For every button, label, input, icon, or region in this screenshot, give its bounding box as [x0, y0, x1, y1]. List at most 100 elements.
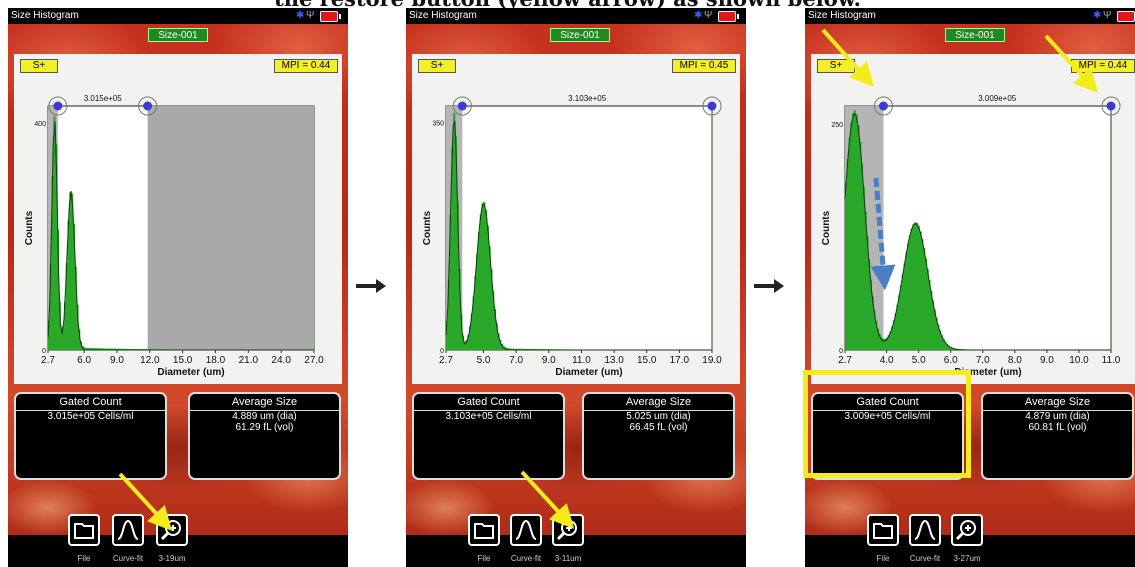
- y-axis-label: Counts: [821, 210, 832, 245]
- zoom-restore-icon: [556, 520, 577, 541]
- zoom-range-label: 3-19um: [158, 554, 186, 563]
- file-button[interactable]: [68, 514, 100, 546]
- curve-fit-button[interactable]: [909, 514, 941, 546]
- x-tick-label: 2.7: [439, 355, 453, 366]
- x-tick-label: 15.0: [637, 355, 657, 366]
- average-size-panel: Average Size 4.879 um (dia) 60.81 fL (vo…: [981, 392, 1134, 480]
- average-size-title: Average Size: [584, 395, 733, 411]
- gated-count-highlight: [803, 370, 971, 478]
- x-tick-label: 21.0: [239, 355, 259, 366]
- zoom-restore-icon: [160, 520, 181, 541]
- gate-count-label: 3.009e+05: [978, 94, 1017, 103]
- average-size-title: Average Size: [983, 395, 1132, 411]
- average-diameter: 4.889 um (dia): [232, 411, 297, 422]
- device-screen-1: Size Histogram ✱ Ψ Size-001 S+ MPI = 0.4…: [8, 8, 348, 567]
- status-icons: ✱ Ψ: [296, 10, 342, 22]
- bluetooth-icon: ✱: [694, 10, 703, 21]
- size-histogram-chart[interactable]: 3.015e+05 2.7 6.0 9.0 12.0 15.0 18.0 21.0 24.0 27…: [14, 54, 342, 384]
- gate-handle-left[interactable]: [53, 101, 63, 111]
- device-screen-3: Size Histogram ✱ Ψ Size-001 S+ MPI = 0.4…: [805, 8, 1135, 567]
- gated-count-panel: Gated Count 3.015e+05 Cells/ml: [14, 392, 167, 480]
- gate-count-label: 3.015e+05: [84, 94, 123, 103]
- x-axis-label: Diameter (um): [157, 367, 224, 378]
- status-icons: ✱ Ψ: [694, 10, 740, 22]
- sample-name-tag[interactable]: Size-001: [148, 28, 208, 42]
- gated-count-title: Gated Count: [16, 395, 165, 411]
- x-tick-label: 5.0: [912, 355, 926, 366]
- average-volume: 60.81 fL (vol): [1028, 422, 1087, 433]
- usb-icon: Ψ: [306, 10, 315, 21]
- gate-count-label: 3.103e+05: [568, 94, 607, 103]
- usb-icon: Ψ: [1103, 10, 1112, 21]
- file-button[interactable]: [867, 514, 899, 546]
- next-step-arrow-icon: [754, 279, 784, 293]
- size-histogram-chart[interactable]: 3.009e+05 2.7 4.0 5.0 6.0 7.0 8.0 9.0 10.0 11.0 0 2…: [811, 54, 1135, 384]
- x-tick-label: 6.0: [77, 355, 91, 366]
- ungated-region: [147, 106, 314, 350]
- gate-handle-right[interactable]: [1106, 101, 1116, 111]
- average-size-title: Average Size: [190, 395, 339, 411]
- average-volume: 66.45 fL (vol): [629, 422, 688, 433]
- zoom-restore-button[interactable]: [552, 514, 584, 546]
- x-tick-label: 18.0: [206, 355, 226, 366]
- histogram-panel: S+ MPI = 0.44 3.015e+05 2.7 6.0 9.0 12.0 15.0…: [14, 54, 342, 384]
- folder-icon: [74, 523, 94, 539]
- x-axis-label: Diameter (um): [555, 367, 622, 378]
- x-tick-label: 13.0: [604, 355, 624, 366]
- y-tick-label: 400: [34, 121, 46, 128]
- window-title: Size Histogram: [11, 10, 79, 21]
- x-tick-label: 9.0: [110, 355, 124, 366]
- gate-handle-left[interactable]: [878, 101, 888, 111]
- zoom-restore-icon: [955, 520, 976, 541]
- gated-count-title: Gated Count: [414, 395, 563, 411]
- curve-fit-button[interactable]: [510, 514, 542, 546]
- curve-fit-button[interactable]: [112, 514, 144, 546]
- title-bar: Size Histogram ✱ Ψ: [8, 8, 348, 24]
- x-tick-label: 24.0: [271, 355, 291, 366]
- average-volume: 61.29 fL (vol): [235, 422, 294, 433]
- x-tick-label: 9.0: [1040, 355, 1054, 366]
- x-tick-label: 5.0: [477, 355, 491, 366]
- bell-curve-icon: [515, 519, 537, 540]
- battery-icon: [320, 11, 341, 22]
- x-tick-label: 6.0: [944, 355, 958, 366]
- device-screen-2: Size Histogram ✱ Ψ Size-001 S+ MPI = 0.4…: [406, 8, 746, 567]
- x-tick-label: 17.0: [670, 355, 690, 366]
- folder-icon: [873, 523, 893, 539]
- title-bar: Size Histogram ✱ Ψ: [406, 8, 746, 24]
- y-axis-label: Counts: [422, 210, 433, 245]
- zoom-range-label: 3-27um: [953, 554, 981, 563]
- zoom-restore-button[interactable]: [951, 514, 983, 546]
- y-tick-label: 0: [440, 348, 444, 355]
- battery-icon: [1117, 11, 1135, 22]
- title-bar: Size Histogram ✱ Ψ: [805, 8, 1135, 24]
- size-histogram-chart[interactable]: 3.103e+05 2.7 5.0 7.0 9.0 11.0 13.0 15.0 17.0 19.…: [412, 54, 740, 384]
- sample-name-tag[interactable]: Size-001: [945, 28, 1005, 42]
- gated-count-panel: Gated Count 3.103e+05 Cells/ml: [412, 392, 565, 480]
- usb-icon: Ψ: [704, 10, 713, 21]
- zoom-restore-button[interactable]: [156, 514, 188, 546]
- x-tick-label: 4.0: [880, 355, 894, 366]
- gated-count-value: 3.015e+05 Cells/ml: [47, 411, 134, 422]
- gate-handle-left[interactable]: [457, 101, 467, 111]
- gated-count-value: 3.103e+05 Cells/ml: [445, 411, 532, 422]
- next-step-arrow-icon: [356, 279, 386, 293]
- average-diameter: 5.025 um (dia): [626, 411, 691, 422]
- file-button[interactable]: [468, 514, 500, 546]
- y-tick-label: 0: [42, 348, 46, 355]
- x-tick-label: 8.0: [1008, 355, 1022, 366]
- x-tick-label: 9.0: [542, 355, 556, 366]
- x-tick-label: 12.0: [140, 355, 160, 366]
- y-tick-label: 0: [839, 348, 843, 355]
- y-tick-label: 250: [831, 122, 843, 129]
- x-tick-label: 19.0: [702, 355, 722, 366]
- x-tick-label: 11.0: [572, 355, 591, 366]
- y-axis-label: Counts: [24, 210, 35, 245]
- average-size-panel: Average Size 5.025 um (dia) 66.45 fL (vo…: [582, 392, 735, 480]
- gate-handle-right[interactable]: [143, 101, 153, 111]
- zoom-range-label: 3-11um: [554, 554, 582, 563]
- bluetooth-icon: ✱: [296, 10, 305, 21]
- window-title: Size Histogram: [409, 10, 477, 21]
- gate-handle-right[interactable]: [707, 101, 717, 111]
- sample-name-tag[interactable]: Size-001: [550, 28, 610, 42]
